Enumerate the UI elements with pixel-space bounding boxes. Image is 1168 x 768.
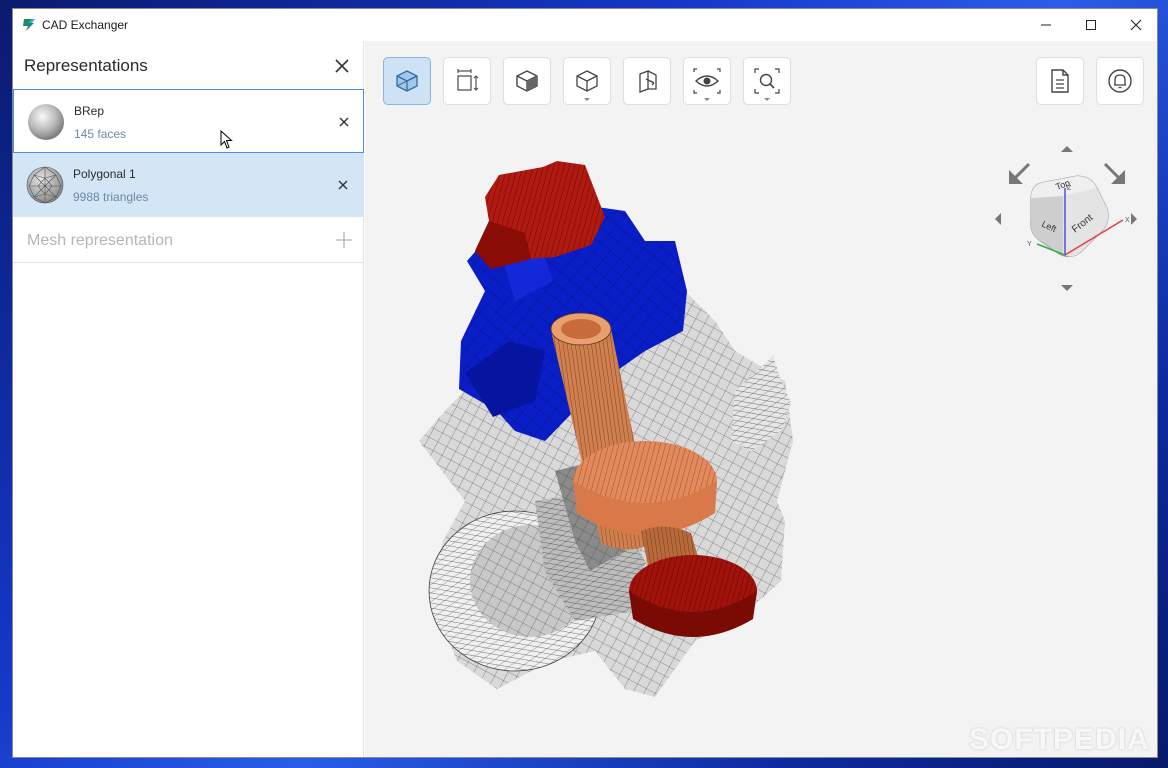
- remove-representation-button[interactable]: [336, 114, 352, 130]
- dimensions-button[interactable]: [443, 57, 491, 105]
- rotate-cw-icon[interactable]: [1103, 162, 1125, 184]
- minimize-icon: [1041, 24, 1051, 26]
- representation-name: Polygonal 1: [73, 167, 136, 181]
- representation-detail: 145 faces: [74, 127, 127, 141]
- close-icon: [335, 59, 349, 73]
- view-projection-icon: [576, 70, 598, 92]
- remove-representation-button[interactable]: [335, 177, 351, 193]
- shaded-wireframe-icon: [396, 70, 418, 92]
- close-icon: [338, 180, 348, 190]
- 3d-viewport[interactable]: Top Left Front X Y Z SOFTPEDIA: [365, 41, 1157, 757]
- dropdown-caret-icon: [764, 98, 770, 101]
- representation-detail: 9988 triangles: [73, 190, 149, 204]
- app-window: CAD Exchanger Representations BRep 145 f…: [12, 8, 1158, 758]
- axis-label-z: Z: [1067, 185, 1072, 192]
- notifications-bell-icon: [1108, 69, 1132, 93]
- panel-header: Representations: [13, 41, 364, 89]
- maximize-button[interactable]: [1068, 9, 1114, 41]
- view-cube-navigator[interactable]: Top Left Front X Y Z: [991, 136, 1141, 296]
- maximize-icon: [1086, 20, 1096, 30]
- dropdown-caret-icon: [584, 98, 590, 101]
- close-icon: [339, 117, 349, 127]
- sphere-smooth-icon: [28, 104, 64, 140]
- section-plane-icon: [639, 70, 657, 93]
- close-icon: [1130, 19, 1142, 31]
- section-button[interactable]: [623, 57, 671, 105]
- arrow-down-icon[interactable]: [1061, 285, 1073, 291]
- representations-panel: Representations BRep 145 faces Polygonal…: [13, 41, 364, 757]
- notifications-button[interactable]: [1096, 57, 1144, 105]
- panel-close-button[interactable]: [331, 55, 353, 77]
- axis-label-y: Y: [1027, 241, 1032, 248]
- cube-icon: [516, 70, 538, 92]
- cad-model-render[interactable]: [405, 141, 805, 701]
- representation-item-polygonal[interactable]: Polygonal 1 9988 triangles: [13, 153, 364, 217]
- document-button[interactable]: [1036, 57, 1084, 105]
- panel-title: Representations: [24, 56, 148, 75]
- dropdown-caret-icon: [704, 98, 710, 101]
- arrow-left-icon[interactable]: [995, 213, 1001, 225]
- axis-label-x: X: [1125, 217, 1130, 224]
- solid-view-button[interactable]: [503, 57, 551, 105]
- zoom-fit-icon: [754, 68, 780, 94]
- window-title: CAD Exchanger: [42, 18, 129, 32]
- mouse-cursor-icon: [220, 130, 233, 149]
- mesh-representation-label: Mesh representation: [27, 232, 173, 249]
- dimensions-icon: [457, 69, 479, 91]
- add-mesh-representation-row[interactable]: Mesh representation: [13, 217, 364, 263]
- zoom-fit-button[interactable]: [743, 57, 791, 105]
- visibility-button[interactable]: [683, 57, 731, 105]
- sphere-mesh-icon: [26, 166, 64, 204]
- visibility-icon: [693, 68, 721, 94]
- close-window-button[interactable]: [1113, 9, 1157, 41]
- title-bar[interactable]: CAD Exchanger: [13, 9, 1157, 41]
- plus-icon[interactable]: [335, 231, 353, 249]
- representation-name: BRep: [74, 104, 105, 118]
- softpedia-watermark: SOFTPEDIA: [969, 723, 1150, 756]
- rotate-ccw-icon[interactable]: [1009, 162, 1031, 184]
- minimize-button[interactable]: [1023, 9, 1069, 41]
- document-icon: [1051, 69, 1069, 93]
- app-logo-icon: [23, 19, 35, 31]
- arrow-right-icon[interactable]: [1131, 213, 1137, 225]
- arrow-up-icon[interactable]: [1061, 146, 1073, 152]
- shaded-wireframe-button[interactable]: [383, 57, 431, 105]
- projection-button[interactable]: [563, 57, 611, 105]
- representation-item-brep[interactable]: BRep 145 faces: [13, 89, 364, 153]
